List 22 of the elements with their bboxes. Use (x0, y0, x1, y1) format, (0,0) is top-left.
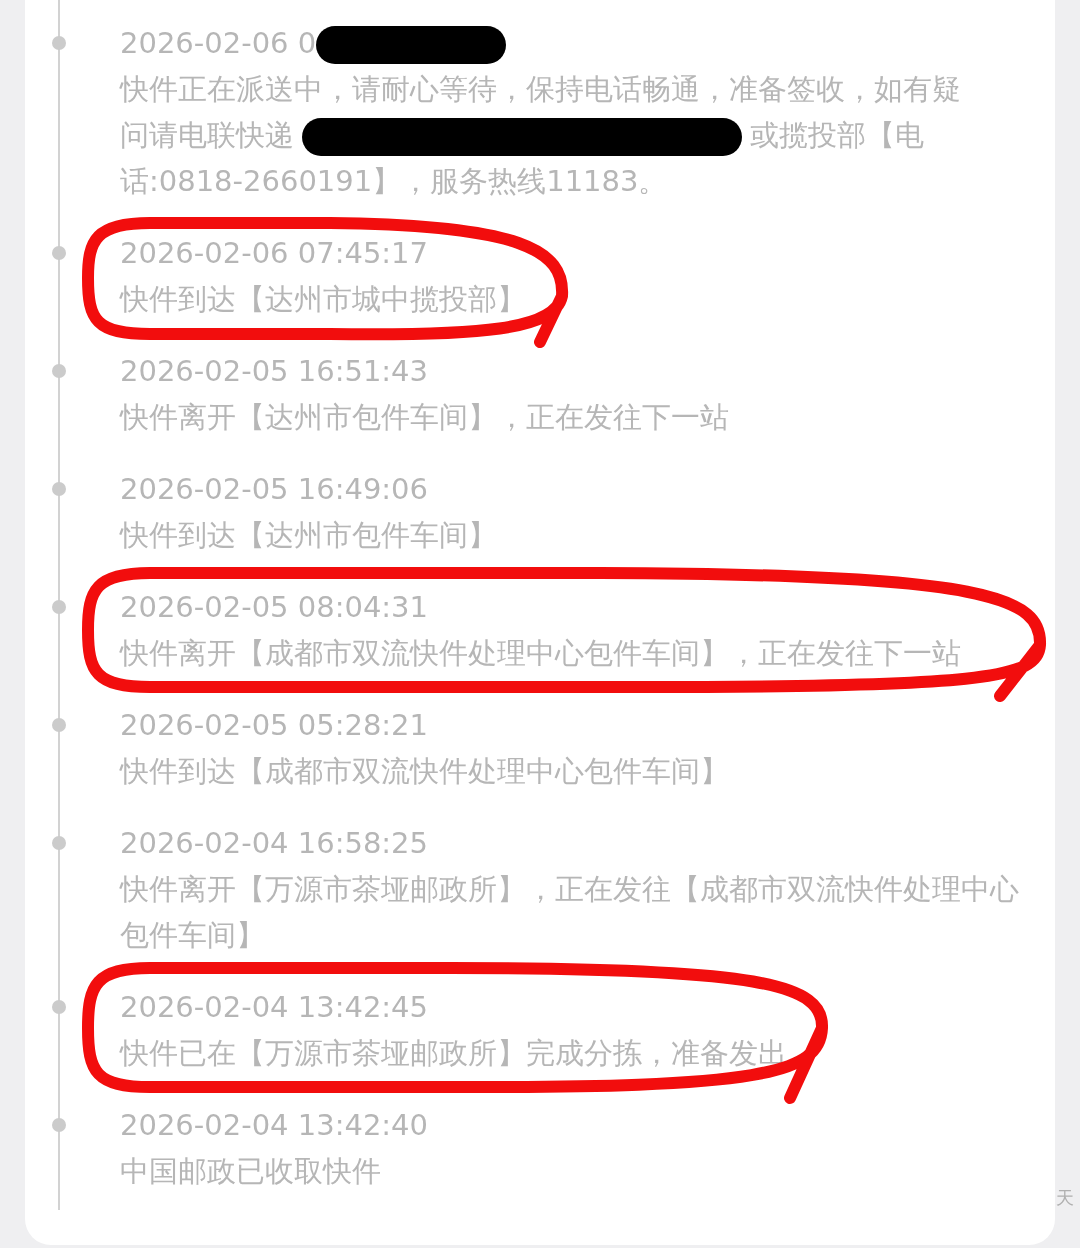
event-description: 快件离开【达州市包件车间】，正在发往下一站 (120, 399, 730, 436)
event-description: 中国邮政已收取快件 (120, 1153, 382, 1190)
event-time: 2026-02-04 13:42:40 (120, 1107, 429, 1144)
side-hint: 天 (1056, 1186, 1074, 1210)
event-description: 快件离开【万源市茶垭邮政所】，正在发往【成都市双流快件处理中心包件车间】 (120, 871, 1020, 954)
event-description: 快件到达【达州市包件车间】 (120, 517, 498, 554)
event-description: 快件到达【成都市双流快件处理中心包件车间】 (120, 753, 730, 790)
event-description: 问请电联快递 (120, 118, 294, 152)
event-time: 2026-02-06 0 (120, 26, 317, 60)
event-time: 2026-02-04 13:42:45 (120, 989, 429, 1026)
event-description: 话:0818-2660191】，服务热线11183。 (120, 164, 668, 198)
event-description: 快件离开【成都市双流快件处理中心包件车间】，正在发往下一站 (120, 635, 962, 672)
event-description: 或揽投部【电 (750, 118, 924, 152)
event-description: 快件到达【达州市城中揽投部】 (120, 281, 527, 318)
event-time: 2026-02-04 16:58:25 (120, 825, 429, 862)
event-time: 2026-02-05 16:49:06 (120, 471, 429, 508)
event-description: 快件已在【万源市茶垭邮政所】完成分拣，准备发出 (120, 1035, 788, 1072)
event-time: 2026-02-05 16:51:43 (120, 353, 429, 390)
event-description: 快件正在派送中，请耐心等待，保持电话畅通，准备签收，如有疑 (120, 72, 961, 106)
event-time: 2026-02-05 08:04:31 (120, 589, 429, 626)
event-time: 2026-02-06 07:45:17 (120, 235, 429, 272)
event-time: 2026-02-05 05:28:21 (120, 707, 429, 744)
